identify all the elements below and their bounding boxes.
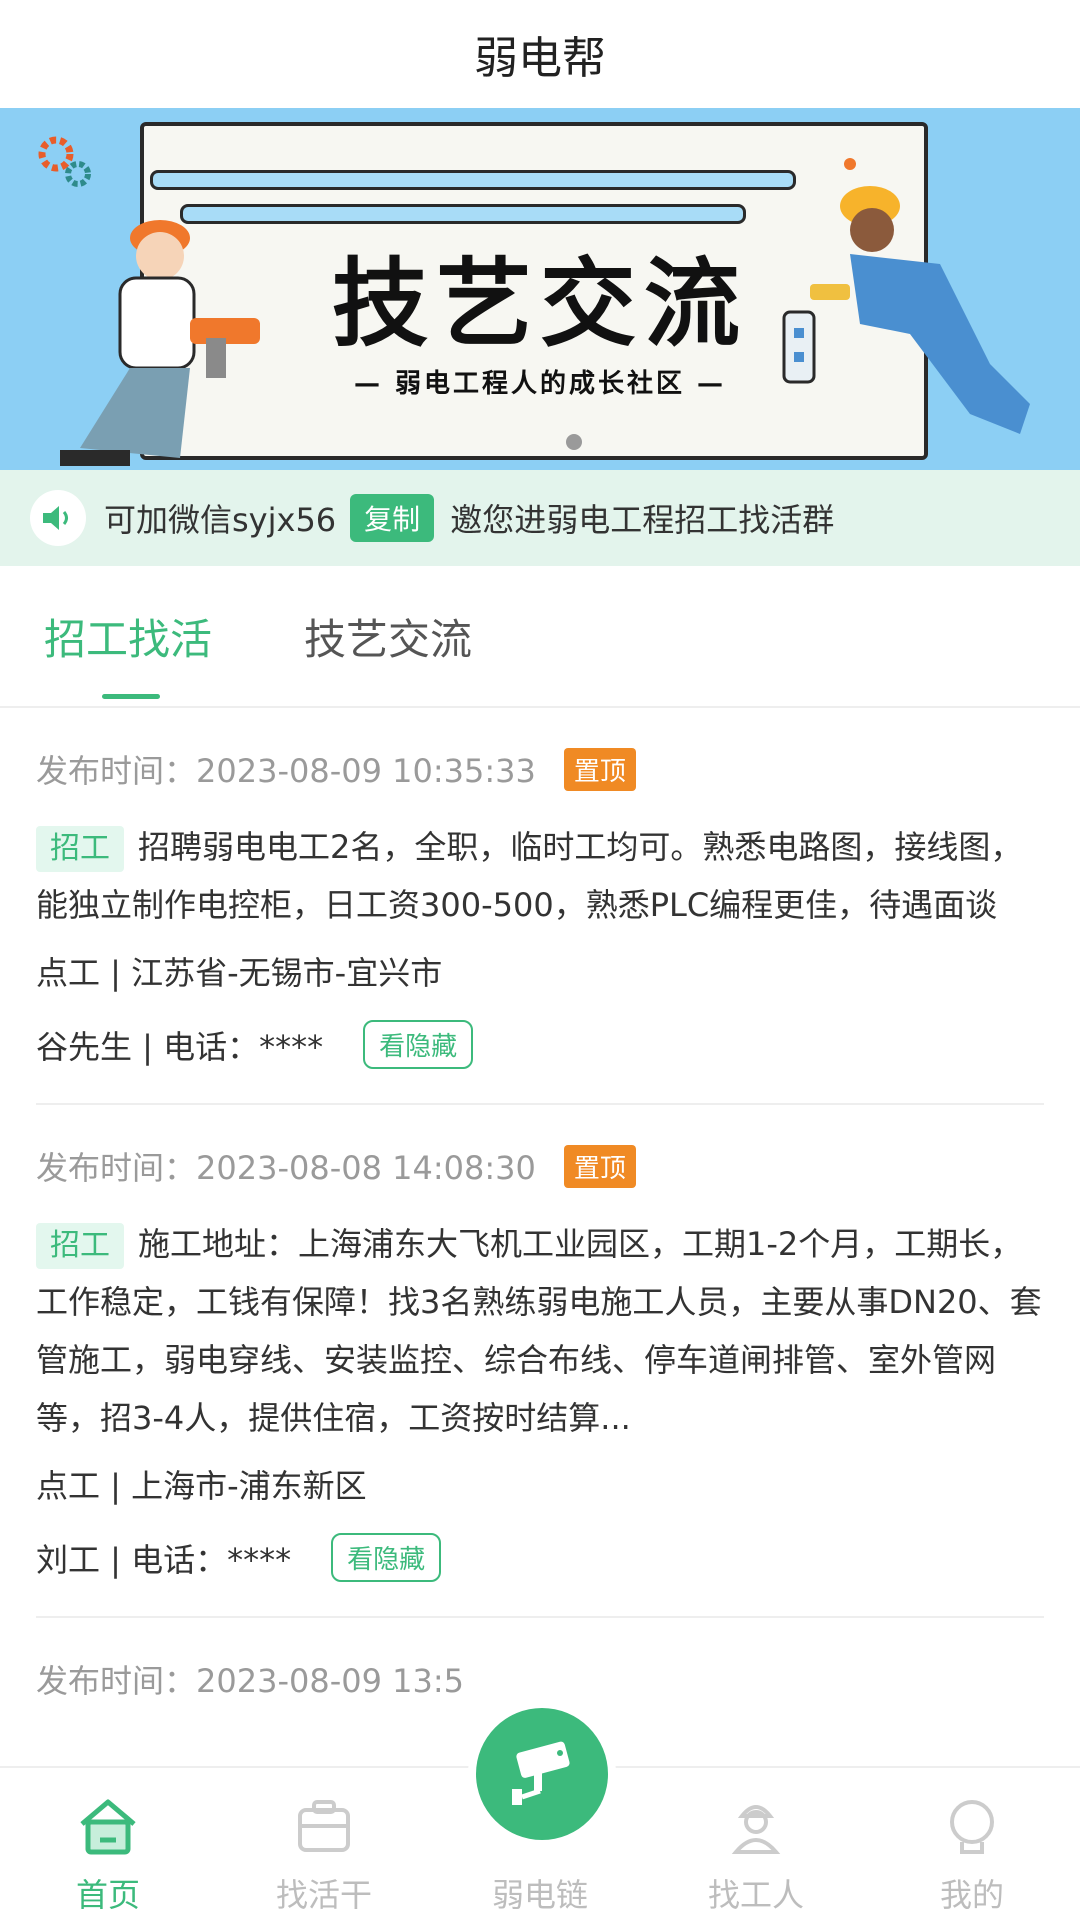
category-tag: 招工: [36, 1223, 124, 1269]
banner-stripe: [150, 170, 796, 190]
speaker-icon: [30, 490, 86, 546]
post-description-text: 招聘弱电电工2名，全职，临时工均可。熟悉电路图，接线图，能独立制作电控柜，日工资…: [36, 828, 1023, 924]
worker-with-drill-illustration: [60, 220, 260, 466]
nav-label: 找活干: [275, 1876, 372, 1914]
nav-label: 我的: [939, 1876, 1004, 1914]
banner-title: 技艺交流: [332, 248, 748, 360]
nav-label: 首页: [75, 1876, 140, 1914]
post-list: 发布时间：2023-08-09 10:35:33 置顶 招工 招聘弱电电工2名，全…: [0, 708, 1080, 1702]
camera-icon: [512, 1741, 570, 1805]
tab-recruitment[interactable]: 招工找活: [44, 606, 212, 667]
post-contact: 谷先生 | 电话：****: [36, 1027, 324, 1066]
nav-item-mine[interactable]: 我的: [864, 1768, 1080, 1922]
category-tag: 招工: [36, 826, 124, 872]
nav-item-find-work[interactable]: 找活干: [216, 1768, 432, 1922]
banner-subtitle: — 弱电工程人的成长社区 —: [353, 369, 727, 399]
carousel-indicator[interactable]: [566, 434, 582, 450]
page-title: 弱电帮: [474, 33, 606, 84]
tab-skill-exchange[interactable]: 技艺交流: [304, 606, 472, 667]
nav-label: 弱电链: [491, 1876, 588, 1914]
promo-banner[interactable]: 技艺交流 — 弱电工程人的成长社区 —: [0, 108, 1080, 470]
worker-icon: [731, 1805, 781, 1854]
home-icon: [80, 1799, 136, 1855]
post-time: 发布时间：2023-08-08 14:08:30: [36, 1149, 536, 1187]
post-contact: 刘工 | 电话：****: [36, 1540, 292, 1579]
post-description: 招工 施工地址：上海浦东大飞机工业园区，工期1-2个月，工期长，工作稳定，工钱有保…: [36, 1215, 1044, 1447]
pinned-badge: 置顶: [563, 1144, 636, 1188]
post-time: 发布时间：2023-08-09 10:35:33: [36, 752, 536, 790]
list-item[interactable]: 发布时间：2023-08-09 10:35:33 置顶 招工 招聘弱电电工2名，全…: [36, 708, 1044, 1105]
list-item[interactable]: 发布时间：2023-08-08 14:08:30 置顶 招工 施工地址：上海浦东大…: [36, 1105, 1044, 1618]
active-tab-indicator: [102, 694, 160, 699]
nav-item-find-worker[interactable]: 找工人: [648, 1768, 864, 1922]
post-contact-row: 谷先生 | 电话：**** 看隐藏: [36, 1020, 1044, 1069]
briefcase-icon: [298, 1800, 350, 1852]
post-description-text: 施工地址：上海浦东大飞机工业园区，工期1-2个月，工期长，工作稳定，工钱有保障！…: [36, 1225, 1042, 1437]
tab-bar: 招工找活 技艺交流: [0, 566, 1080, 708]
nav-label: 找工人: [707, 1876, 804, 1914]
user-icon: [950, 1800, 994, 1854]
nav-item-home[interactable]: 首页: [0, 1768, 216, 1922]
notice-text-invite: 邀您进弱电工程招工找活群: [450, 501, 835, 539]
notice-bar: 可加微信syjx56 复制 邀您进弱电工程招工找活群: [0, 470, 1080, 566]
copy-button[interactable]: 复制: [350, 494, 435, 542]
reveal-contact-button[interactable]: 看隐藏: [331, 1533, 442, 1582]
post-time: 发布时间：2023-08-09 13:5: [36, 1662, 465, 1700]
post-time-row: 发布时间：2023-08-08 14:08:30 置顶: [36, 1143, 1044, 1189]
gear-icon: [38, 136, 91, 187]
socket-icon: [782, 310, 816, 384]
post-location: 点工 | 上海市-浦东新区: [36, 1467, 367, 1505]
app-header: 弱电帮: [0, 0, 1080, 108]
post-contact-row: 刘工 | 电话：**** 看隐藏: [36, 1533, 1044, 1582]
notice-text-wechat: 可加微信syjx56: [104, 501, 337, 539]
post-time-row: 发布时间：2023-08-09 10:35:33 置顶: [36, 746, 1044, 792]
post-time-row: 发布时间：2023-08-09 13:5: [36, 1656, 1044, 1702]
camera-center-button[interactable]: [476, 1708, 608, 1840]
worker-with-meter-illustration: [810, 158, 1030, 434]
reveal-contact-button[interactable]: 看隐藏: [363, 1020, 474, 1069]
pinned-badge: 置顶: [563, 747, 636, 791]
post-description: 招工 招聘弱电电工2名，全职，临时工均可。熟悉电路图，接线图，能独立制作电控柜，日…: [36, 818, 1044, 934]
list-item[interactable]: 发布时间：2023-08-09 13:5: [36, 1618, 1044, 1702]
post-location: 点工 | 江苏省-无锡市-宜兴市: [36, 954, 443, 992]
